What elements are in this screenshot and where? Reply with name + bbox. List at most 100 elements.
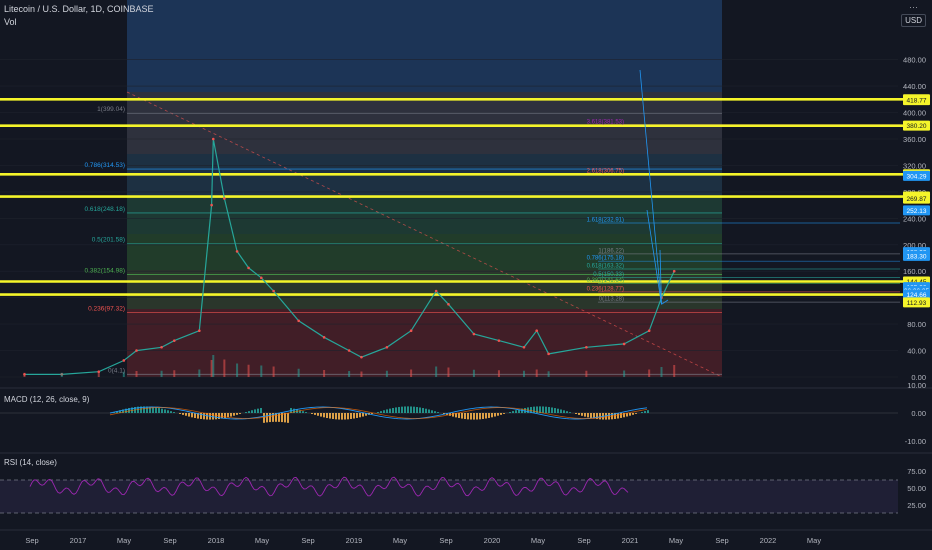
price-point	[522, 345, 526, 349]
price-axis-tick: 160.00	[903, 267, 926, 276]
macd-histogram-bar	[248, 411, 250, 413]
time-axis-tick: May	[255, 536, 269, 545]
price-point	[672, 269, 676, 273]
macd-histogram-bar	[389, 408, 391, 413]
macd-histogram-bar	[173, 412, 175, 413]
macd-histogram-bar	[548, 407, 550, 413]
volume-bar	[297, 368, 300, 377]
volume-bar	[260, 365, 263, 377]
macd-histogram-bar	[170, 411, 172, 413]
volume-bar	[472, 369, 475, 377]
price-point	[547, 352, 550, 356]
price-point	[135, 349, 138, 352]
macd-histogram-bar	[584, 413, 586, 417]
macd-histogram-bar	[485, 413, 487, 419]
macd-histogram-bar	[503, 413, 505, 414]
macd-histogram-bar	[356, 413, 358, 418]
volume-bar	[522, 370, 525, 377]
price-axis-tick: 80.00	[907, 320, 926, 329]
rsi-title[interactable]: RSI (14, close)	[4, 458, 57, 467]
price-point	[434, 289, 438, 293]
macd-histogram-bar	[545, 406, 547, 413]
price-tag-label: 269.87	[907, 196, 927, 203]
macd-histogram-bar	[398, 406, 400, 413]
fib-extension-label: 1(186.22)	[598, 248, 624, 254]
projection-zone-upper	[127, 0, 722, 92]
price-point	[247, 266, 250, 270]
volume-bar	[648, 369, 651, 377]
volume-bar	[435, 366, 438, 377]
time-axis-tick: 2022	[760, 536, 777, 545]
price-pane[interactable]: 1(399.04) 0.786(314.53) 0.618(248.18) 0.5(2…	[0, 0, 903, 378]
macd-histogram-bar	[533, 406, 535, 413]
time-axis-tick: May	[531, 536, 545, 545]
macd-histogram-bar	[158, 408, 160, 413]
fib-extension-label: 0(113.28)	[599, 297, 624, 303]
macd-histogram-bar	[233, 413, 235, 416]
macd-histogram-bar	[413, 406, 415, 413]
time-axis-tick: May	[669, 536, 683, 545]
time-axis[interactable]: Sep 2017 May Sep 2018 May Sep 2019 May Sep 2020 May…	[25, 536, 821, 545]
currency-badge[interactable]: USD	[901, 14, 926, 27]
fib-retracement-label: 1(399.04)	[97, 106, 125, 113]
macd-axis[interactable]: 10.00 0.00 -10.00	[905, 381, 926, 446]
fib-retracement-label: 0.618(248.18)	[85, 206, 125, 213]
symbol-title[interactable]: Litecoin / U.S. Dollar, 1D, COINBASE	[4, 3, 154, 16]
macd-histogram-bar	[467, 413, 469, 420]
volume-bar	[323, 370, 326, 377]
dots-menu-icon[interactable]: ⋯	[909, 2, 918, 13]
fib-retracement-label: 0.786(314.53)	[85, 162, 125, 169]
macd-histogram-bar	[392, 407, 394, 413]
fib-extension-label: 0.618(163.32)	[587, 264, 624, 270]
macd-histogram-bar	[644, 411, 646, 413]
macd-histogram-bar	[263, 413, 265, 423]
chart-header: Litecoin / U.S. Dollar, 1D, COINBASE Vol	[4, 3, 154, 29]
fib-zone-1	[127, 92, 722, 154]
macd-histogram-bar	[332, 413, 334, 420]
price-point	[172, 339, 176, 342]
time-axis-tick: May	[393, 536, 407, 545]
macd-histogram-bar	[488, 413, 490, 418]
macd-histogram-bar	[554, 408, 556, 413]
macd-histogram-bar	[629, 413, 631, 416]
macd-histogram-bar	[458, 413, 460, 419]
price-point	[347, 349, 351, 352]
macd-histogram-bar	[437, 412, 439, 413]
macd-histogram-bar	[239, 413, 241, 414]
volume-bar	[160, 370, 163, 377]
fib-extension-label: 0.382(141.64)	[587, 278, 624, 284]
macd-axis-tick: -10.00	[905, 437, 926, 446]
macd-title[interactable]: MACD (12, 26, close, 9)	[4, 395, 89, 404]
macd-histogram-bar	[236, 413, 238, 415]
volume-bar	[23, 372, 26, 377]
volume-bar	[585, 370, 588, 377]
rsi-pane[interactable]	[0, 476, 898, 514]
price-point	[211, 137, 215, 141]
fib-zone-4	[127, 234, 722, 270]
price-point	[535, 329, 539, 333]
macd-histogram-bar	[434, 411, 436, 413]
macd-histogram-bar	[329, 413, 331, 419]
macd-histogram-bar	[419, 407, 421, 413]
price-axis-tick: 360.00	[903, 135, 926, 144]
macd-histogram-bar	[350, 413, 352, 419]
fib-zone-3	[127, 198, 722, 234]
macd-histogram-bar	[635, 413, 637, 414]
macd-histogram-bar	[191, 413, 193, 418]
macd-histogram-bar	[401, 406, 403, 413]
price-point	[223, 197, 226, 200]
price-axis-tick: 240.00	[903, 214, 926, 223]
time-axis-tick: May	[117, 536, 131, 545]
macd-histogram-bar	[377, 412, 379, 413]
macd-pane[interactable]	[0, 406, 898, 423]
chart-canvas[interactable]: 1(399.04) 0.786(314.53) 0.618(248.18) 0.5(2…	[0, 0, 932, 550]
fib-retracement-label: 0.236(97.32)	[88, 306, 125, 313]
volume-bar	[410, 369, 413, 377]
rsi-axis-tick: 25.00	[907, 501, 926, 510]
volume-bar	[247, 364, 250, 377]
volume-bar	[212, 355, 215, 377]
volume-label[interactable]: Vol	[4, 16, 154, 29]
rsi-axis[interactable]: 75.00 50.00 25.00	[907, 467, 926, 510]
macd-histogram-bar	[323, 413, 325, 418]
volume-bar	[623, 370, 626, 377]
